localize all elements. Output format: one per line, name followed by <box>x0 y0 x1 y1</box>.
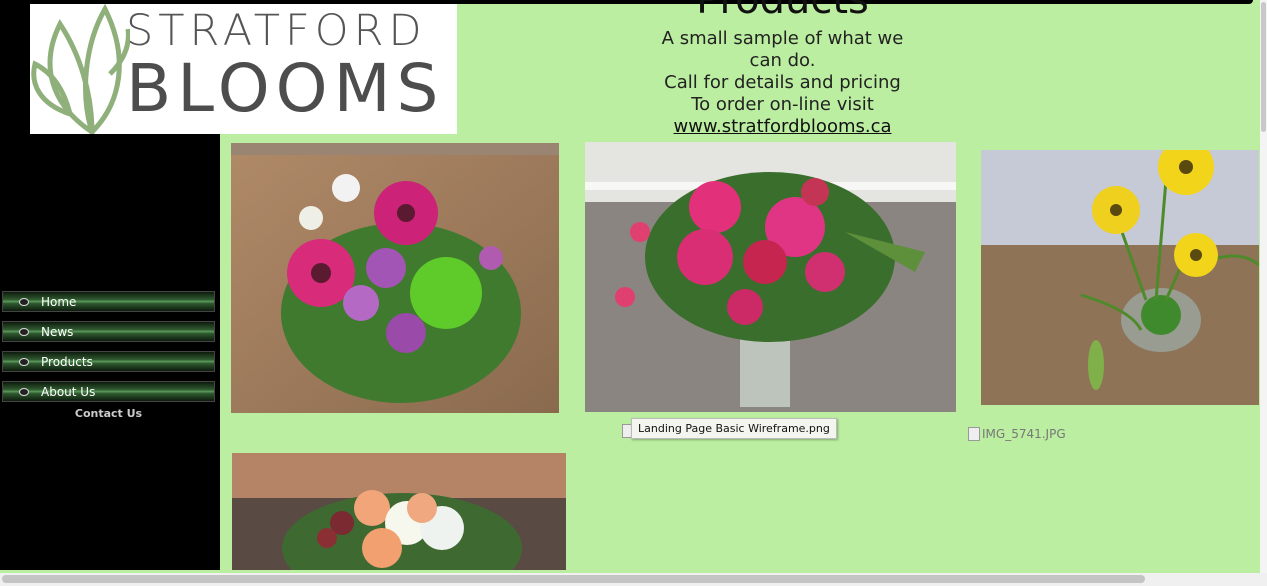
header-line-4: To order on-line visit <box>691 94 874 115</box>
nav-item-label: About Us <box>41 384 96 399</box>
product-photo-3[interactable] <box>981 150 1259 405</box>
bullet-icon <box>19 387 29 396</box>
nav-item-about-us[interactable]: About Us <box>2 381 215 402</box>
nav-item-home[interactable]: Home <box>2 291 215 312</box>
header-line-2: can do. <box>749 50 816 71</box>
header-line-3: Call for details and pricing <box>664 72 901 93</box>
scrollbar-thumb[interactable] <box>2 575 1145 583</box>
bullet-icon <box>19 297 29 306</box>
broken-image: IMG_5741.JPG <box>968 427 1066 441</box>
website-link[interactable]: www.stratfordblooms.ca <box>673 116 891 137</box>
logo[interactable]: STRATFORD BLOOMS <box>30 4 457 134</box>
horizontal-scrollbar[interactable] <box>0 573 1267 586</box>
nav-item-label: Home <box>41 294 77 309</box>
flower-arrangement-image <box>585 142 956 412</box>
nav-item-contact-us[interactable]: Contact Us <box>2 407 215 420</box>
nav-item-label: News <box>41 324 74 339</box>
header-line-1: A small sample of what we <box>661 28 904 49</box>
flower-arrangement-image <box>231 143 559 413</box>
bullet-icon <box>19 357 29 366</box>
flower-arrangement-image <box>981 150 1259 405</box>
nav-item-news[interactable]: News <box>2 321 215 342</box>
bullet-icon <box>19 327 29 336</box>
vertical-scrollbar[interactable] <box>1260 0 1267 573</box>
product-photo-4[interactable] <box>232 453 566 570</box>
logo-text-blooms: BLOOMS <box>126 50 445 127</box>
scrollbar-thumb[interactable] <box>1261 2 1266 132</box>
page-title: Products <box>696 0 869 23</box>
product-photo-2[interactable] <box>585 142 956 412</box>
logo-text-stratford: STRATFORD <box>126 6 427 56</box>
image-tooltip: Landing Page Basic Wireframe.png <box>631 418 837 439</box>
product-photo-1[interactable] <box>231 143 559 413</box>
nav-item-label: Products <box>41 354 93 369</box>
leaf-logo-icon <box>31 4 130 134</box>
broken-image-alt: IMG_5741.JPG <box>982 427 1066 441</box>
flower-arrangement-image <box>232 453 566 570</box>
nav-item-products[interactable]: Products <box>2 351 215 372</box>
broken-image-icon <box>968 427 980 441</box>
nav-menu: Home News Products About Us Contact Us <box>2 291 215 420</box>
